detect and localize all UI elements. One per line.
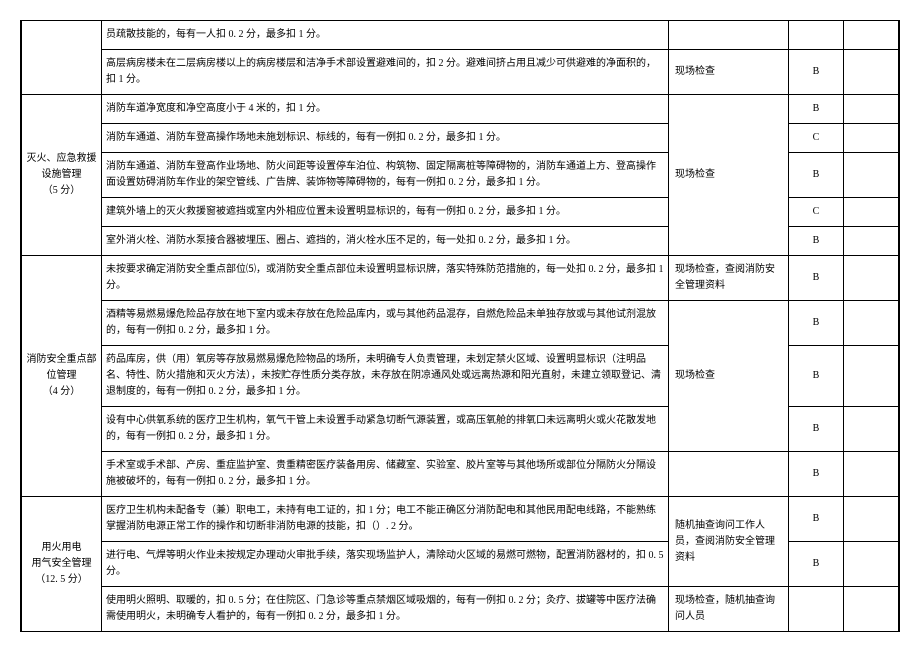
last-cell: [844, 256, 899, 301]
score-cell: B: [789, 452, 844, 497]
description-cell: 建筑外墙上的灭火救援窗被遮挡或室内外相应位置未设置明显标识的，每有一例扣 0. …: [102, 198, 669, 227]
table-row: 手术室或手术部、产房、重症监护室、贵重精密医疗装备用房、储藏室、实验室、胶片室等…: [22, 452, 899, 497]
last-cell: [844, 452, 899, 497]
score-cell: B: [789, 542, 844, 587]
last-cell: [844, 346, 899, 407]
description-cell: 室外消火栓、消防水泵接合器被埋压、圈占、遮挡的，消火栓水压不足的，每一处扣 0.…: [102, 227, 669, 256]
method-cell: [669, 452, 789, 497]
document-page: 员疏散技能的，每有一人扣 0. 2 分，最多扣 1 分。高层病房楼未在二层病房楼…: [20, 20, 900, 632]
score-cell: B: [789, 95, 844, 124]
category-cell: 灭火、应急救援设施管理（5 分）: [22, 95, 102, 256]
description-cell: 消防车通道、消防车登高作业场地、防火间距等设置停车泊位、构筑物、固定隔离桩等障碍…: [102, 153, 669, 198]
table-row: 灭火、应急救援设施管理（5 分）消防车道净宽度和净空高度小于 4 米的，扣 1 …: [22, 95, 899, 124]
description-cell: 使用明火照明、取暖的，扣 0. 5 分；在住院区、门急诊等重点禁烟区域吸烟的，每…: [102, 587, 669, 632]
score-cell: [789, 587, 844, 632]
category-cell: 用火用电用气安全管理（12. 5 分）: [22, 497, 102, 632]
table-row: 酒精等易燃易爆危险品存放在地下室内或未存放在危险品库内，或与其他药品混存，自燃危…: [22, 301, 899, 346]
category-cell: [22, 21, 102, 95]
table-row: 高层病房楼未在二层病房楼以上的病房楼层和洁净手术部设置避难间的，扣 2 分。避难…: [22, 50, 899, 95]
description-cell: 进行电、气焊等明火作业未按规定办理动火审批手续，落实现场监护人，清除动火区域的易…: [102, 542, 669, 587]
method-cell: [669, 21, 789, 50]
method-cell: 现场检查，查阅消防安全管理资料: [669, 256, 789, 301]
inspection-table: 员疏散技能的，每有一人扣 0. 2 分，最多扣 1 分。高层病房楼未在二层病房楼…: [21, 20, 899, 632]
table-row: 使用明火照明、取暖的，扣 0. 5 分；在住院区、门急诊等重点禁烟区域吸烟的，每…: [22, 587, 899, 632]
method-cell: 现场检查: [669, 50, 789, 95]
score-cell: B: [789, 407, 844, 452]
score-cell: C: [789, 124, 844, 153]
table-row: 用火用电用气安全管理（12. 5 分）医疗卫生机构未配备专（兼）职电工，未持有电…: [22, 497, 899, 542]
table-row: 员疏散技能的，每有一人扣 0. 2 分，最多扣 1 分。: [22, 21, 899, 50]
score-cell: B: [789, 256, 844, 301]
last-cell: [844, 407, 899, 452]
last-cell: [844, 542, 899, 587]
method-cell: 现场检查: [669, 95, 789, 256]
table-row: 消防安全重点部位管理（4 分）未按要求确定消防安全重点部位⑸，或消防安全重点部位…: [22, 256, 899, 301]
description-cell: 未按要求确定消防安全重点部位⑸，或消防安全重点部位未设置明显标识牌，落实特殊防范…: [102, 256, 669, 301]
score-cell: B: [789, 153, 844, 198]
description-cell: 消防车通道、消防车登高操作场地未施划标识、标线的，每有一例扣 0. 2 分，最多…: [102, 124, 669, 153]
last-cell: [844, 50, 899, 95]
score-cell: B: [789, 50, 844, 95]
last-cell: [844, 124, 899, 153]
method-cell: 现场检查，随机抽查询问人员: [669, 587, 789, 632]
last-cell: [844, 21, 899, 50]
description-cell: 员疏散技能的，每有一人扣 0. 2 分，最多扣 1 分。: [102, 21, 669, 50]
last-cell: [844, 497, 899, 542]
method-cell: 随机抽查询问工作人员，查阅消防安全管理资料: [669, 497, 789, 587]
description-cell: 手术室或手术部、产房、重症监护室、贵重精密医疗装备用房、储藏室、实验室、胶片室等…: [102, 452, 669, 497]
description-cell: 医疗卫生机构未配备专（兼）职电工，未持有电工证的，扣 1 分；电工不能正确区分消…: [102, 497, 669, 542]
category-cell: 消防安全重点部位管理（4 分）: [22, 256, 102, 497]
description-cell: 设有中心供氧系统的医疗卫生机构，氧气干管上未设置手动紧急切断气源装置，或高压氧舱…: [102, 407, 669, 452]
last-cell: [844, 227, 899, 256]
last-cell: [844, 153, 899, 198]
description-cell: 消防车道净宽度和净空高度小于 4 米的，扣 1 分。: [102, 95, 669, 124]
last-cell: [844, 301, 899, 346]
last-cell: [844, 198, 899, 227]
last-cell: [844, 587, 899, 632]
table-body: 员疏散技能的，每有一人扣 0. 2 分，最多扣 1 分。高层病房楼未在二层病房楼…: [22, 21, 899, 632]
score-cell: B: [789, 301, 844, 346]
score-cell: B: [789, 346, 844, 407]
method-cell: 现场检查: [669, 301, 789, 452]
description-cell: 酒精等易燃易爆危险品存放在地下室内或未存放在危险品库内，或与其他药品混存，自燃危…: [102, 301, 669, 346]
score-cell: C: [789, 198, 844, 227]
description-cell: 高层病房楼未在二层病房楼以上的病房楼层和洁净手术部设置避难间的，扣 2 分。避难…: [102, 50, 669, 95]
score-cell: [789, 21, 844, 50]
last-cell: [844, 95, 899, 124]
score-cell: B: [789, 227, 844, 256]
score-cell: B: [789, 497, 844, 542]
description-cell: 药品库房，供（用）氧房等存放易燃易爆危险物品的场所，未明确专人负责管理，未划定禁…: [102, 346, 669, 407]
